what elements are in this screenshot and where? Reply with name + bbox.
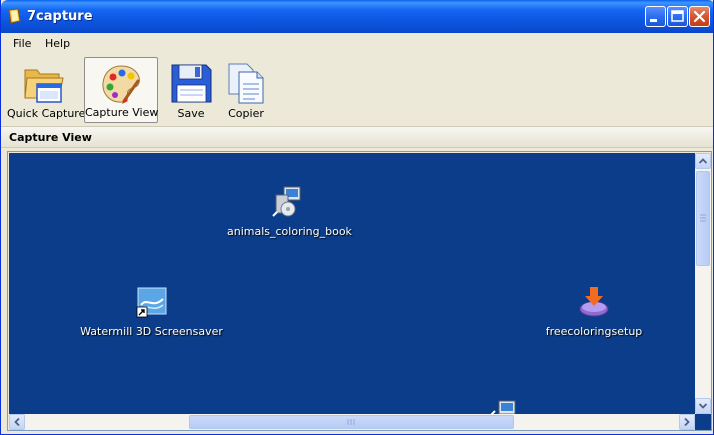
floppy-disk-icon [168, 60, 214, 109]
toolbar: Quick Capture Capture View Save Copier [1, 55, 713, 126]
quick-capture-button[interactable]: Quick Capture [7, 57, 86, 123]
title-bar[interactable]: 7capture [1, 0, 713, 33]
copier-label: Copier [228, 107, 264, 120]
chevron-up-icon [698, 158, 708, 164]
vertical-scroll-thumb[interactable] [696, 171, 710, 266]
maximize-button[interactable] [667, 6, 688, 27]
captured-desktop[interactable]: animals_coloring_book Watermill 3D Scree… [9, 153, 695, 414]
chevron-right-icon [684, 417, 690, 427]
close-button[interactable] [689, 6, 710, 27]
window-title: 7capture [27, 9, 93, 24]
desktop-icon-label: Watermill 3D Screensaver [80, 325, 223, 338]
desktop-icon-watermill-screensaver[interactable]: Watermill 3D Screensaver [79, 285, 224, 338]
capture-view-label: Capture View [85, 106, 159, 119]
scrollbar-corner [695, 414, 711, 430]
desktop-icon-partial[interactable] [485, 399, 519, 414]
chevron-left-icon [14, 417, 20, 427]
screensaver-shortcut-icon [79, 285, 224, 322]
setup-download-icon [539, 285, 649, 322]
scroll-left-button[interactable] [9, 414, 25, 430]
installer-icon [485, 399, 519, 414]
horizontal-scroll-thumb[interactable] [189, 415, 514, 429]
chevron-down-icon [698, 403, 708, 409]
grip-icon [347, 419, 355, 425]
copier-button[interactable]: Copier [221, 57, 271, 123]
menu-help[interactable]: Help [45, 37, 70, 50]
installer-icon [227, 185, 347, 222]
desktop-icon-animals-coloring-book[interactable]: animals_coloring_book [227, 185, 352, 238]
scroll-right-button[interactable] [679, 414, 695, 430]
desktop-icon-label: animals_coloring_book [227, 225, 352, 238]
desktop-icon-label: freecoloringsetup [545, 325, 643, 338]
quick-capture-label: Quick Capture [7, 107, 86, 120]
folder-window-icon [21, 60, 67, 109]
app-window: 7capture File Help Quick Capture Capture… [0, 0, 714, 435]
desktop-icon-freecoloringsetup[interactable]: freecoloringsetup [539, 285, 649, 338]
menu-bar: File Help [1, 33, 713, 55]
minimize-icon [650, 19, 657, 22]
section-title: Capture View [9, 131, 92, 144]
close-icon [693, 10, 706, 23]
section-header: Capture View [1, 126, 713, 148]
horizontal-scrollbar[interactable] [9, 414, 695, 430]
vertical-scrollbar[interactable] [695, 153, 711, 414]
app-icon[interactable] [6, 8, 22, 24]
maximize-icon [671, 10, 684, 22]
minimize-button[interactable] [645, 6, 666, 27]
grip-icon [700, 214, 706, 222]
copy-documents-icon [223, 60, 269, 109]
capture-view-button[interactable]: Capture View [84, 57, 158, 123]
save-button[interactable]: Save [164, 57, 218, 123]
menu-file[interactable]: File [13, 37, 31, 50]
save-label: Save [177, 107, 205, 120]
palette-icon [98, 61, 144, 110]
scroll-up-button[interactable] [695, 153, 711, 169]
scroll-down-button[interactable] [695, 398, 711, 414]
capture-view-panel: animals_coloring_book Watermill 3D Scree… [7, 151, 712, 431]
